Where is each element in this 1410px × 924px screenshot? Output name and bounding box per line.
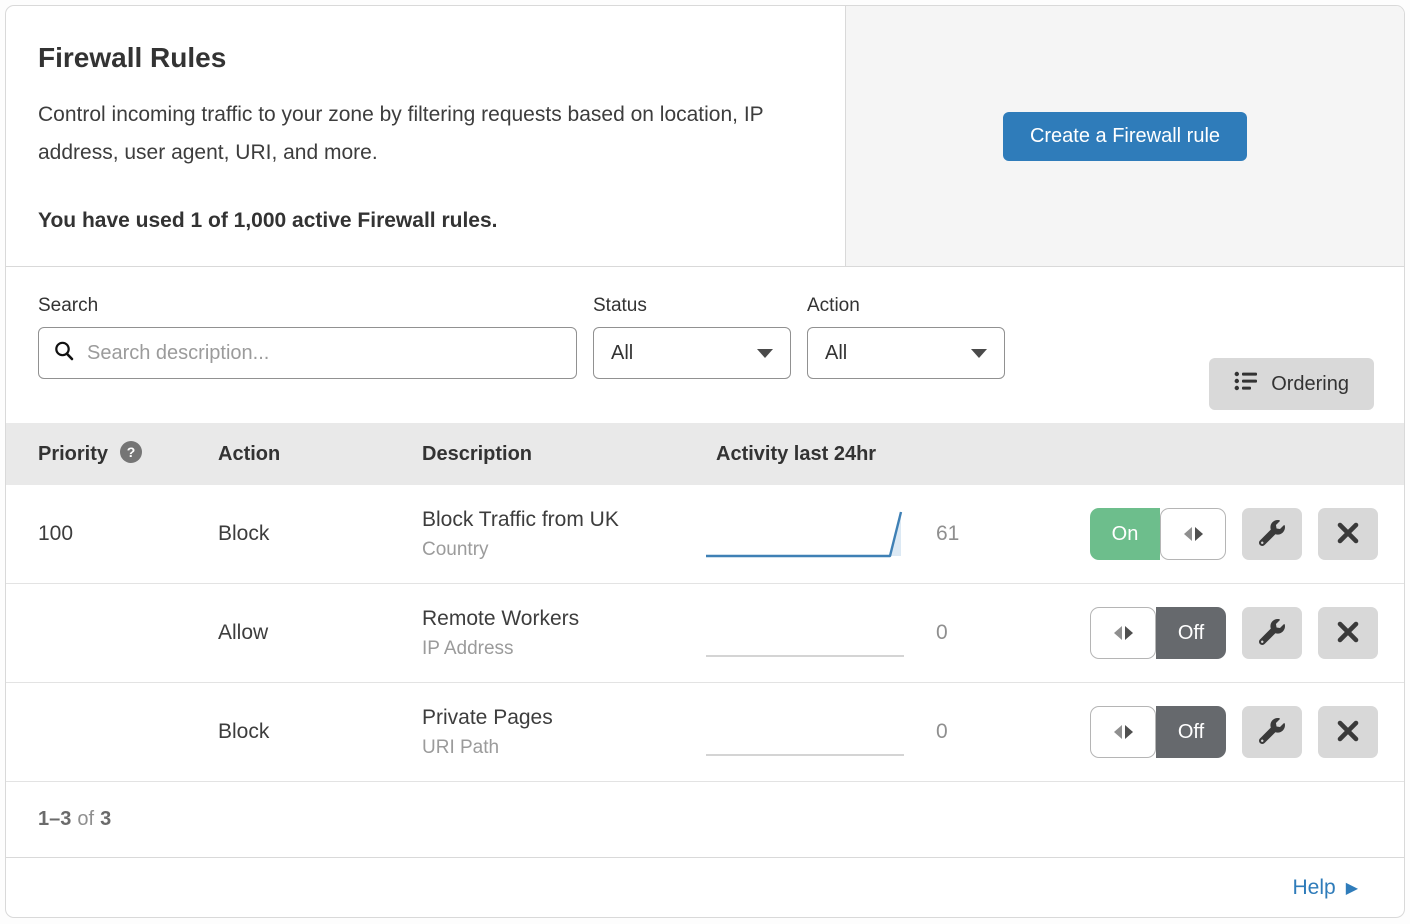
rules-table-body: 100 Block Block Traffic from UK Country … (6, 485, 1404, 782)
wrench-icon (1259, 718, 1285, 747)
search-group: Search (38, 295, 577, 379)
help-footer: Help ▶ (6, 858, 1404, 917)
rule-type: URI Path (422, 737, 704, 759)
column-header-priority: Priority ? (38, 443, 218, 466)
delete-rule-button[interactable] (1318, 607, 1378, 659)
toggle-knob[interactable] (1090, 706, 1156, 758)
header-text-panel: Firewall Rules Control incoming traffic … (6, 6, 846, 266)
rule-enabled-toggle[interactable]: Off (1090, 607, 1226, 659)
rule-description: Block Traffic from UK Country (422, 508, 704, 561)
search-input[interactable] (85, 341, 562, 366)
rule-description-title: Private Pages (422, 706, 704, 730)
rule-priority: 100 (38, 522, 218, 546)
activity-sparkline (704, 505, 910, 563)
column-header-action: Action (218, 443, 422, 466)
close-icon (1336, 620, 1360, 647)
table-row: 100 Block Block Traffic from UK Country … (6, 485, 1404, 584)
toggle-off-label: Off (1156, 607, 1226, 659)
help-link[interactable]: Help ▶ (1292, 876, 1358, 900)
rule-description: Private Pages URI Path (422, 706, 704, 759)
table-header: Priority ? Action Description Activity l… (6, 423, 1404, 485)
close-icon (1336, 719, 1360, 746)
chevron-down-icon (971, 349, 987, 358)
status-dropdown-value: All (611, 342, 633, 365)
header-section: Firewall Rules Control incoming traffic … (6, 6, 1404, 267)
toggle-off-label: Off (1156, 706, 1226, 758)
rule-enabled-toggle[interactable]: Off (1090, 706, 1226, 758)
delete-rule-button[interactable] (1318, 706, 1378, 758)
chevron-down-icon (757, 349, 773, 358)
rule-action: Allow (218, 621, 422, 645)
toggle-on-label: On (1090, 508, 1160, 560)
search-label: Search (38, 295, 577, 317)
close-icon (1336, 521, 1360, 548)
rule-type: IP Address (422, 638, 704, 660)
page-title: Firewall Rules (38, 42, 805, 74)
help-link-label: Help (1292, 876, 1335, 900)
page-description: Control incoming traffic to your zone by… (38, 96, 805, 172)
priority-header-label: Priority (38, 443, 108, 466)
header-action-panel: Create a Firewall rule (846, 6, 1404, 266)
rule-description-title: Remote Workers (422, 607, 704, 631)
column-header-activity: Activity last 24hr (704, 443, 1374, 466)
action-dropdown-value: All (825, 342, 847, 365)
activity-count: 0 (936, 720, 948, 744)
rule-activity: 0 (704, 604, 1090, 662)
filter-bar: Search Status All Action All (6, 267, 1404, 423)
list-ordering-icon (1234, 370, 1258, 398)
table-row: Allow Remote Workers IP Address 0 Off (6, 584, 1404, 683)
wrench-icon (1259, 619, 1285, 648)
pagination-bar: 1–3 of 3 (6, 782, 1404, 858)
activity-sparkline (704, 703, 910, 761)
pagination-range: 1–3 (38, 808, 71, 831)
edit-rule-button[interactable] (1242, 607, 1302, 659)
edit-rule-button[interactable] (1242, 706, 1302, 758)
wrench-icon (1259, 520, 1285, 549)
activity-count: 61 (936, 522, 959, 546)
arrow-left-icon (1114, 725, 1122, 739)
status-dropdown[interactable]: All (593, 327, 791, 379)
arrow-right-icon (1195, 527, 1203, 541)
rule-description-title: Block Traffic from UK (422, 508, 704, 532)
toggle-knob[interactable] (1090, 607, 1156, 659)
rule-action: Block (218, 720, 422, 744)
rule-controls: On (1090, 508, 1378, 560)
search-icon (53, 340, 75, 367)
rule-activity: 61 (704, 505, 1090, 563)
action-filter-group: Action All (807, 295, 1005, 379)
pagination-of-label: of (77, 808, 94, 831)
rule-description: Remote Workers IP Address (422, 607, 704, 660)
ordering-button-label: Ordering (1271, 373, 1349, 396)
action-dropdown[interactable]: All (807, 327, 1005, 379)
create-firewall-rule-button[interactable]: Create a Firewall rule (1003, 112, 1247, 161)
help-arrow-icon: ▶ (1346, 878, 1358, 898)
column-header-description: Description (422, 443, 704, 466)
status-label: Status (593, 295, 791, 317)
usage-note: You have used 1 of 1,000 active Firewall… (38, 209, 805, 233)
help-tooltip-icon[interactable]: ? (120, 441, 142, 463)
rule-enabled-toggle[interactable]: On (1090, 508, 1226, 560)
table-row: Block Private Pages URI Path 0 Off (6, 683, 1404, 782)
arrow-left-icon (1114, 626, 1122, 640)
firewall-rules-card: Firewall Rules Control incoming traffic … (5, 5, 1405, 918)
activity-count: 0 (936, 621, 948, 645)
activity-sparkline (704, 604, 910, 662)
rule-action: Block (218, 522, 422, 546)
rule-activity: 0 (704, 703, 1090, 761)
rule-type: Country (422, 539, 704, 561)
ordering-button[interactable]: Ordering (1209, 358, 1374, 410)
rule-controls: Off (1090, 706, 1378, 758)
action-label: Action (807, 295, 1005, 317)
toggle-knob[interactable] (1160, 508, 1226, 560)
delete-rule-button[interactable] (1318, 508, 1378, 560)
arrow-right-icon (1125, 725, 1133, 739)
arrow-right-icon (1125, 626, 1133, 640)
edit-rule-button[interactable] (1242, 508, 1302, 560)
pagination-total: 3 (100, 808, 111, 831)
search-input-wrapper (38, 327, 577, 379)
rule-controls: Off (1090, 607, 1378, 659)
arrow-left-icon (1184, 527, 1192, 541)
status-filter-group: Status All (593, 295, 791, 379)
